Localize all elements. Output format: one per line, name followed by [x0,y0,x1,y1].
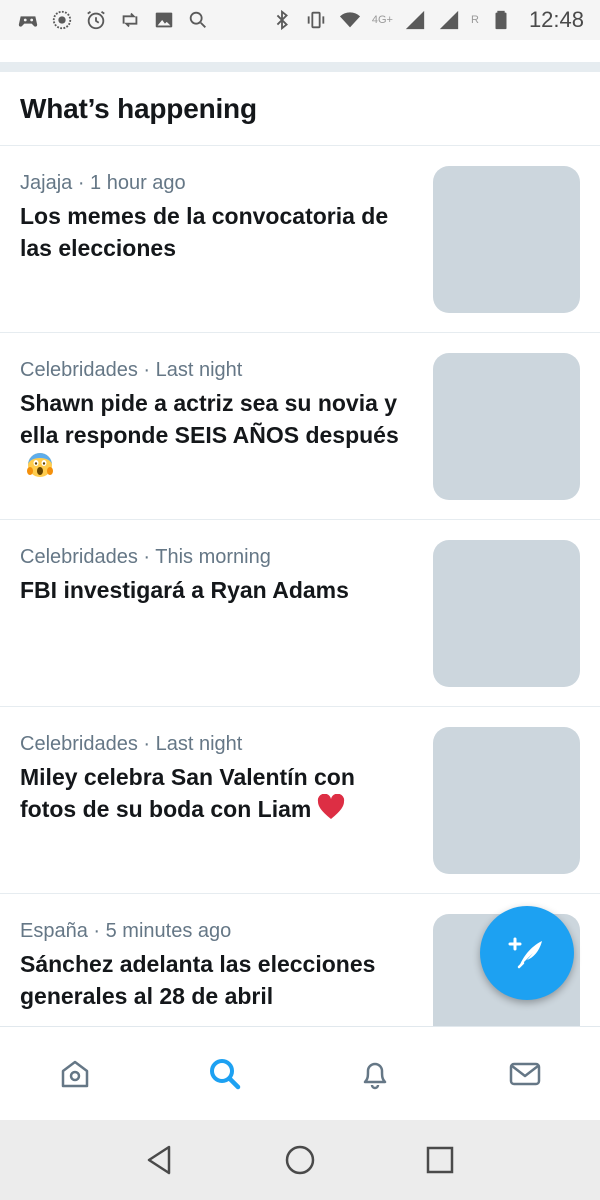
trend-item[interactable]: Celebridades · Last night Shawn pide a a… [0,333,600,520]
vibrate-icon [304,8,328,32]
tab-home[interactable] [35,1034,115,1114]
trend-meta: Celebridades · Last night [20,733,243,755]
tab-messages[interactable] [485,1034,565,1114]
search-icon [210,1058,241,1089]
status-bar: 4G+ R 12:48 [0,0,600,40]
battery-icon [489,8,513,32]
red-heart-emoji-icon [317,793,345,828]
tab-notifications[interactable] [335,1034,415,1114]
top-strip [0,40,600,62]
lion-icon [50,8,74,32]
trend-meta: Celebridades · Last night [20,359,243,381]
trend-title-text: Sánchez adelanta las elecciones generale… [20,951,376,1009]
trend-title: Los memes de la convocatoria de las elec… [20,200,410,264]
status-bar-system: 4G+ R 12:48 [270,7,584,33]
network-type: 4G+ [371,14,393,26]
trend-title-text: Miley celebra San Valentín con fotos de … [20,764,355,822]
bluetooth-icon [270,8,294,32]
trend-text: Celebridades · This morning FBI investig… [20,544,410,606]
home-circle-icon [285,1145,315,1175]
tab-search[interactable] [185,1034,265,1114]
trend-text: Jajaja · 1 hour ago Los memes de la conv… [20,170,410,264]
home-icon [61,1060,89,1087]
trend-title-text: Shawn pide a actriz sea su novia y ella … [20,390,399,448]
system-nav-bar [0,1120,600,1200]
trend-meta: España · 5 minutes ago [20,920,232,942]
trend-text: Celebridades · Last night Shawn pide a a… [20,357,410,487]
signal-icon [437,8,461,32]
trend-item[interactable]: Celebridades · This morning FBI investig… [0,520,600,707]
trend-meta: Jajaja · 1 hour ago [20,172,186,194]
clock: 12:48 [528,7,584,32]
bell-icon [363,1062,387,1089]
retweet-icon [118,8,142,32]
trend-thumbnail[interactable] [433,353,580,500]
compose-tweet-button[interactable] [480,906,574,1000]
image-icon [152,8,176,32]
trend-title: Shawn pide a actriz sea su novia y ella … [20,387,410,487]
envelope-icon [509,1062,541,1085]
section-divider [0,62,600,72]
trend-thumbnail[interactable] [433,540,580,687]
trend-thumbnail[interactable] [433,727,580,874]
trend-meta: Celebridades · This morning [20,546,271,568]
wifi-icon [338,8,362,32]
compose-tweet-icon [508,937,542,969]
back-triangle-icon [147,1145,171,1175]
trend-item[interactable]: Celebridades · Last night Miley celebra … [0,707,600,894]
alarm-icon [84,8,108,32]
recents-square-icon [426,1146,454,1174]
nav-back-button[interactable] [130,1130,190,1190]
roaming-indicator: R [470,14,479,26]
search-icon [186,8,210,32]
signal-icon [403,8,427,32]
trends-list: Jajaja · 1 hour ago Los memes de la conv… [0,146,600,1026]
status-bar-notifications [16,8,210,32]
trend-item[interactable]: Jajaja · 1 hour ago Los memes de la conv… [0,146,600,333]
bottom-tab-bar [0,1026,600,1120]
trend-text: España · 5 minutes ago Sánchez adelanta … [20,918,410,1012]
nav-home-button[interactable] [270,1130,330,1190]
trend-text: Celebridades · Last night Miley celebra … [20,731,410,828]
trend-thumbnail[interactable] [433,166,580,313]
game-icon [16,8,40,32]
trend-title: FBI investigará a Ryan Adams [20,574,410,606]
nav-recents-button[interactable] [410,1130,470,1190]
screaming-face-emoji-icon [26,451,54,487]
trend-title: Miley celebra San Valentín con fotos de … [20,761,410,828]
section-title: What’s happening [20,92,257,124]
trend-title-text: FBI investigará a Ryan Adams [20,577,349,603]
section-header: What’s happening [0,72,600,146]
trend-title: Sánchez adelanta las elecciones generale… [20,948,410,1012]
trend-title-text: Los memes de la convocatoria de las elec… [20,203,389,261]
